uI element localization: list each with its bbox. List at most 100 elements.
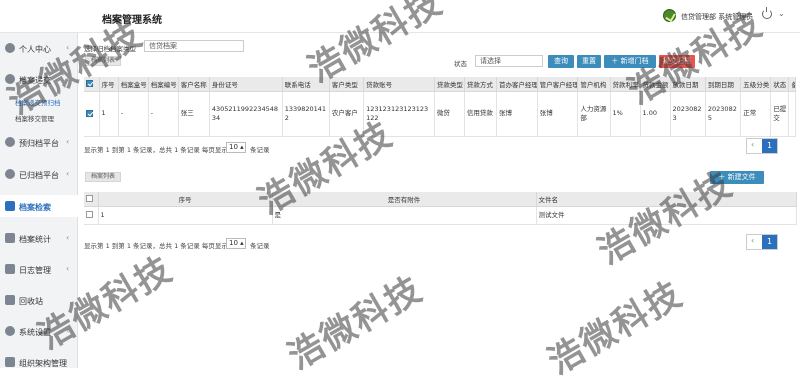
cell-end: 20230825 <box>705 91 742 137</box>
user-info[interactable]: 信贷管理部 系统管理员 <box>681 12 753 22</box>
sidebar-item-label: 档案检索 <box>19 203 51 212</box>
column-header[interactable]: 档案盒号 <box>118 77 149 92</box>
cell-status: 已提交 <box>770 91 790 137</box>
page-button-current[interactable]: 1 <box>762 139 777 153</box>
sidebar-item-label: 预归档平台 <box>19 139 59 148</box>
cell-name: 张三 <box>178 91 210 137</box>
column-header[interactable]: 是否有附件 <box>272 192 537 207</box>
page-size-select[interactable]: 10 ▴ <box>226 142 246 153</box>
column-header[interactable]: 五级分类 <box>740 77 772 92</box>
sidebar-item-personal[interactable]: 个人中心 ‹ <box>0 37 78 59</box>
column-header[interactable]: 管户客户经理 <box>537 77 579 92</box>
sidebar-subitem-transfer[interactable]: 档案移交管理 <box>15 113 54 123</box>
column-header[interactable]: 身份证号 <box>209 77 283 92</box>
prev-page-button[interactable]: ‹ <box>751 140 754 149</box>
column-header[interactable]: 联系电话 <box>282 77 330 92</box>
submit-archive-button[interactable]: 提交归档 <box>659 55 695 68</box>
org-icon <box>5 357 15 367</box>
chevron-down-icon[interactable]: ⌄ <box>778 9 785 18</box>
table-row[interactable]: 1 是 测试文件 <box>84 206 797 225</box>
archive-done-icon <box>5 169 15 179</box>
column-header[interactable]: 贷款利率 <box>610 77 641 92</box>
column-header[interactable]: 状态 <box>770 77 790 92</box>
column-header[interactable]: 贷款方式 <box>464 77 497 92</box>
reset-button[interactable]: 重置 <box>577 55 601 68</box>
sidebar-item-label: 档案递交 <box>19 76 51 85</box>
power-icon[interactable] <box>762 7 772 19</box>
column-header[interactable]: 序号 <box>99 77 119 92</box>
chevron-left-icon: ‹ <box>66 326 70 335</box>
sidebar-item-search[interactable]: 档案检索 <box>0 195 78 217</box>
cell-account: 123123123123123122 <box>363 91 435 137</box>
add-folder-button[interactable]: ＋ 新增门档 <box>604 55 656 68</box>
chevron-left-icon: ‹ <box>66 233 70 242</box>
row-checkbox[interactable] <box>84 206 99 225</box>
user-icon <box>5 43 15 53</box>
sidebar-item-settings[interactable]: 系统设置 ‹ <box>0 320 78 342</box>
sidebar-item-label: 系统设置 <box>19 328 51 337</box>
column-header[interactable]: 贷款类型 <box>434 77 465 92</box>
gear-icon <box>5 326 15 336</box>
query-button[interactable]: 查询 <box>548 55 574 68</box>
column-header[interactable]: 贷款账号 <box>363 77 435 92</box>
cell-no: 1 <box>98 206 273 225</box>
page-size-select[interactable]: 10 ▴ <box>226 238 246 249</box>
sidebar-subitem-prearchive[interactable]: 档案递交预归档 <box>15 97 61 107</box>
sidebar-item-label: 已归档平台 <box>19 171 59 180</box>
select-all-checkbox[interactable] <box>84 192 99 207</box>
cell-level: 正常 <box>740 91 772 137</box>
cell-first-mgr: 张博 <box>496 91 538 137</box>
column-header[interactable]: 序号 <box>98 192 273 207</box>
sidebar-item-statistics[interactable]: 档案统计 ‹ <box>0 227 78 249</box>
new-file-button[interactable]: ＋ 新建文件 <box>710 171 764 184</box>
column-header[interactable]: 首办客户经理 <box>496 77 538 92</box>
sidebar-item-org[interactable]: 组织架构管理 <box>0 351 78 373</box>
select-all-checkbox[interactable] <box>84 77 100 92</box>
sidebar-item-label: 个人中心 <box>19 45 51 54</box>
pagination: ‹ 1 <box>746 138 778 154</box>
column-header[interactable]: 贷款金额 <box>640 77 671 92</box>
sidebar-item-label: 组织架构管理 <box>19 359 67 368</box>
archive-list-tag: 档案列表 <box>85 56 122 66</box>
row-checkbox[interactable] <box>84 91 100 137</box>
sidebar-item-submit[interactable]: 档案递交 ‹ <box>0 68 78 90</box>
page-button-current[interactable]: 1 <box>762 235 777 249</box>
column-header[interactable]: 文件名 <box>536 192 797 207</box>
table-row[interactable]: 1 - - 张三 430521199223454834 13398201412 … <box>84 91 796 137</box>
cell-amount: 1.00 <box>640 91 671 137</box>
file-table: 序号 是否有附件 文件名 1 是 测试文件 <box>84 192 797 225</box>
file-list-tag: 档案列表 <box>85 172 122 182</box>
pagination-unit: 条记录 <box>250 146 270 154</box>
sidebar-item-archived-platform[interactable]: 已归档平台 ‹ <box>0 163 78 185</box>
log-icon <box>5 264 15 274</box>
pagination-unit: 条记录 <box>250 242 270 250</box>
file-name-link[interactable]: 测试文件 <box>536 206 797 225</box>
archive-icon <box>5 137 15 147</box>
app-title: 档案管理系统 <box>102 15 162 26</box>
column-header[interactable]: 到期日期 <box>705 77 742 92</box>
column-header[interactable]: 备 <box>788 77 796 92</box>
status-label: 状态 <box>454 60 467 68</box>
sidebar-item-recycle[interactable]: 回收站 <box>0 289 78 311</box>
sidebar-item-prearchive-platform[interactable]: 预归档平台 ‹ <box>0 131 78 153</box>
status-select[interactable]: 请选择 <box>475 55 543 67</box>
table-header-row: 序号 档案盒号 档案编号 客户名称 身份证号 联系电话 客户类型 贷款账号 贷款… <box>84 77 796 92</box>
cell-ctype: 农户客户 <box>329 91 365 137</box>
column-header[interactable]: 客户名称 <box>178 77 210 92</box>
chart-icon <box>5 233 15 243</box>
prev-page-button[interactable]: ‹ <box>751 236 754 245</box>
cell-attachment: 是 <box>272 206 537 225</box>
top-header: 档案管理系统 信贷管理部 系统管理员 ⌄ <box>0 0 800 33</box>
cell-phone: 13398201412 <box>282 91 330 137</box>
sidebar-item-logs[interactable]: 日志管理 ‹ <box>0 258 78 280</box>
sidebar-item-label: 日志管理 <box>19 266 51 275</box>
cell-no: 1 <box>99 91 119 137</box>
column-header[interactable]: 放款日期 <box>670 77 706 92</box>
archive-type-select[interactable]: 信贷档案 <box>144 40 244 52</box>
main-content: 选择归档档案类型 信贷档案 档案列表 状态 请选择 查询 重置 ＋ 新增门档 提… <box>78 33 800 368</box>
sidebar-item-label: 档案统计 <box>19 235 51 244</box>
pagination-summary: 显示第 1 到第 1 条记录，总共 1 条记录 每页显示 <box>84 242 228 250</box>
column-header[interactable]: 客户类型 <box>329 77 365 92</box>
column-header[interactable]: 档案编号 <box>148 77 179 92</box>
column-header[interactable]: 管户机构 <box>577 77 611 92</box>
